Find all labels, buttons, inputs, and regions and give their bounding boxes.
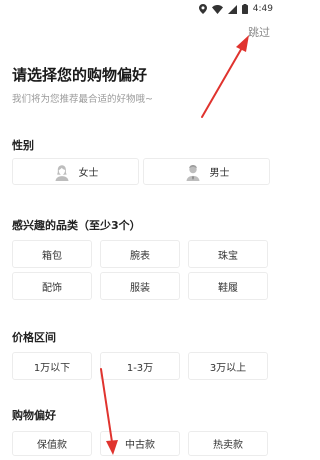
signal-icon bbox=[227, 4, 237, 14]
category-option-jewelry[interactable]: 珠宝 bbox=[188, 240, 268, 268]
category-option-accessories[interactable]: 配饰 bbox=[12, 272, 92, 300]
gender-option-male[interactable]: 男士 bbox=[143, 158, 270, 185]
location-icon bbox=[198, 4, 207, 14]
category-option-clothing[interactable]: 服装 bbox=[100, 272, 180, 300]
gender-option-female[interactable]: 女士 bbox=[12, 158, 139, 185]
section-title-preference: 购物偏好 bbox=[12, 409, 56, 422]
preference-option-value-keeping[interactable]: 保值款 bbox=[12, 431, 92, 456]
annotation-arrow-to-skip bbox=[201, 45, 244, 118]
gender-option-label: 女士 bbox=[78, 168, 99, 179]
price-option-over-30k[interactable]: 3万以上 bbox=[188, 352, 268, 380]
price-option-10k-30k[interactable]: 1-3万 bbox=[100, 352, 180, 380]
price-option-under-10k[interactable]: 1万以下 bbox=[12, 352, 92, 380]
section-title-gender: 性别 bbox=[12, 139, 34, 152]
page-title: 请选择您的购物偏好 bbox=[12, 66, 148, 84]
section-title-categories: 感兴趣的品类（至少3个） bbox=[12, 219, 141, 232]
female-avatar-icon bbox=[55, 164, 68, 181]
section-title-price: 价格区间 bbox=[12, 331, 56, 344]
battery-icon bbox=[241, 4, 248, 14]
skip-link[interactable]: 跳过 bbox=[248, 24, 270, 40]
wifi-icon bbox=[211, 4, 223, 14]
gender-option-label: 男士 bbox=[209, 168, 230, 179]
preference-option-vintage[interactable]: 中古款 bbox=[100, 431, 180, 456]
status-bar: 4:49 bbox=[0, 0, 281, 18]
status-time: 4:49 bbox=[252, 4, 273, 14]
male-avatar-icon bbox=[186, 164, 199, 181]
page-subtitle: 我们将为您推荐最合适的好物哦~ bbox=[12, 94, 153, 105]
preference-option-bestseller[interactable]: 热卖款 bbox=[188, 431, 268, 456]
category-option-watches[interactable]: 腕表 bbox=[100, 240, 180, 268]
category-option-shoes[interactable]: 鞋履 bbox=[188, 272, 268, 300]
category-option-bags[interactable]: 箱包 bbox=[12, 240, 92, 268]
